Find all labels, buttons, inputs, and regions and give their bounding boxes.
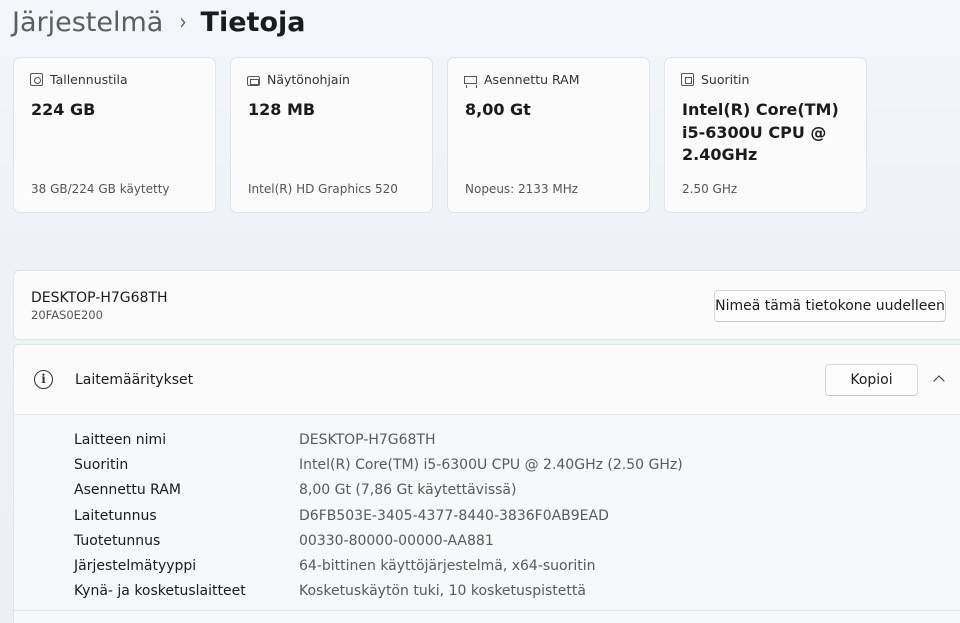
spec-list: Laitteen nimi DESKTOP-H7G68TH Suoritin I… <box>74 427 683 604</box>
card-label: Asennettu RAM <box>484 72 580 87</box>
spec-value: 64-bittinen käyttöjärjestelmä, x64-suori… <box>299 558 596 575</box>
card-subtext: Nopeus: 2133 MHz <box>465 182 579 196</box>
spec-row: Kynä- ja kosketuslaitteet Kosketuskäytön… <box>74 579 683 604</box>
card-value: 224 GB <box>31 100 96 119</box>
copy-button[interactable]: Kopioi <box>825 364 918 396</box>
spec-row: Laitetunnus D6FB503E-3405-4377-8440-3836… <box>74 503 683 528</box>
page-title: Tietoja <box>200 6 306 38</box>
card-label: Tallennustila <box>50 72 128 87</box>
chevron-up-icon[interactable] <box>933 373 946 386</box>
spec-row: Laitteen nimi DESKTOP-H7G68TH <box>74 427 683 452</box>
card-value: 8,00 Gt <box>465 100 531 119</box>
info-icon: i <box>34 370 53 389</box>
card-subtext: Intel(R) HD Graphics 520 <box>248 182 398 196</box>
divider <box>13 610 960 611</box>
spec-row: Asennettu RAM 8,00 Gt (7,86 Gt käytettäv… <box>74 478 683 503</box>
spec-key: Tuotetunnus <box>74 532 161 549</box>
spec-key: Asennettu RAM <box>74 482 181 499</box>
spec-value: D6FB503E-3405-4377-8440-3836F0AB9EAD <box>299 507 609 524</box>
spec-key: Laitteen nimi <box>74 431 167 448</box>
card-label: Suoritin <box>701 72 750 87</box>
rename-pc-button[interactable]: Nimeä tämä tietokone uudelleen <box>714 290 946 322</box>
breadcrumb-chevron-icon: › <box>179 8 187 36</box>
spec-value: Intel(R) Core(TM) i5-6300U CPU @ 2.40GHz… <box>299 456 683 473</box>
spec-key: Järjestelmätyyppi <box>74 558 197 575</box>
device-model: 20FAS0E200 <box>31 308 103 322</box>
spec-key: Kynä- ja kosketuslaitteet <box>74 583 246 600</box>
spec-key: Laitetunnus <box>74 507 157 524</box>
device-specifications-header[interactable]: i Laitemääritykset Kopioi <box>14 345 960 415</box>
device-name: DESKTOP-H7G68TH <box>31 290 168 306</box>
specs-title: Laitemääritykset <box>75 372 194 388</box>
spec-value: DESKTOP-H7G68TH <box>299 431 436 448</box>
storage-icon <box>30 73 43 86</box>
spec-row: Suoritin Intel(R) Core(TM) i5-6300U CPU … <box>74 452 683 477</box>
breadcrumb: Järjestelmä › Tietoja <box>12 2 305 42</box>
card-label: Näytönohjain <box>267 72 350 87</box>
card-value: Intel(R) Core(TM) i5-6300U CPU @ 2.40GHz <box>682 100 839 164</box>
processor-icon <box>681 73 694 86</box>
spec-row: Järjestelmätyyppi 64-bittinen käyttöjärj… <box>74 553 683 578</box>
device-name-panel: DESKTOP-H7G68TH 20FAS0E200 Nimeä tämä ti… <box>13 270 960 340</box>
device-specifications-panel: i Laitemääritykset Kopioi Laitteen nimi … <box>13 344 960 623</box>
spec-value: Kosketuskäytön tuki, 10 kosketuspistettä <box>299 583 586 600</box>
spec-key: Suoritin <box>74 456 129 473</box>
spec-value: 00330-80000-00000-AA881 <box>299 532 494 549</box>
processor-card: Suoritin Intel(R) Core(TM) i5-6300U CPU … <box>664 57 867 213</box>
display-adapter-icon <box>247 75 260 86</box>
card-subtext: 38 GB/224 GB käytetty <box>31 182 170 196</box>
ram-icon <box>464 75 477 87</box>
display-adapter-card: Näytönohjain 128 MB Intel(R) HD Graphics… <box>230 57 433 213</box>
card-subtext: 2.50 GHz <box>682 182 738 196</box>
breadcrumb-parent-link[interactable]: Järjestelmä <box>12 7 163 38</box>
spec-value: 8,00 Gt (7,86 Gt käytettävissä) <box>299 482 517 499</box>
storage-card: Tallennustila 224 GB 38 GB/224 GB käytet… <box>13 57 216 213</box>
spec-row: Tuotetunnus 00330-80000-00000-AA881 <box>74 528 683 553</box>
ram-card: Asennettu RAM 8,00 Gt Nopeus: 2133 MHz <box>447 57 650 213</box>
card-value: 128 MB <box>248 100 316 119</box>
